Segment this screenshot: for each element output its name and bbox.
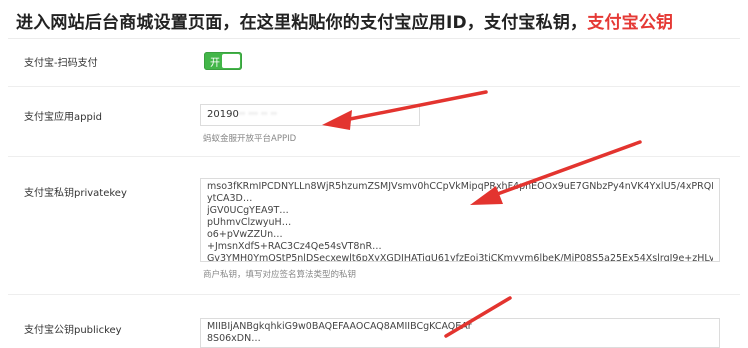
private-key-line: ytCA3D… bbox=[207, 193, 253, 204]
public-key-label: 支付宝公钥publickey bbox=[24, 325, 122, 336]
appid-input[interactable]: 20190·· ··· ·· ·· bbox=[200, 104, 420, 126]
appid-redacted: ·· ··· ·· ·· bbox=[238, 109, 277, 120]
divider bbox=[8, 156, 740, 157]
page-heading: 进入网站后台商城设置页面，在这里粘贴你的支付宝应用ID，支付宝私钥，支付宝公钥 bbox=[16, 8, 673, 33]
private-key-line: +JmsnXdfS+RAC3Cz4Qe54sVT8nR… bbox=[207, 241, 382, 252]
private-key-textarea[interactable]: mso3fKRmIPCDNYLLn8WjR5hzumZSMJVsmv0hCCpV… bbox=[200, 178, 720, 262]
divider bbox=[8, 294, 740, 295]
private-key-line: mso3fKRmIPCDNYLLn8WjR5hzumZSMJVsmv0hCCpV… bbox=[207, 181, 713, 192]
private-key-line: pUhmvClzwyuH… bbox=[207, 217, 292, 228]
private-key-line: o6+pVwZZUn… bbox=[207, 229, 283, 240]
appid-label: 支付宝应用appid bbox=[24, 112, 102, 123]
toggle-on-text: 开 bbox=[210, 58, 220, 69]
public-key-line: 8S06xDN… bbox=[207, 333, 261, 344]
public-key-textarea[interactable]: MIIBIjANBgkqhkiG9w0BAQEFAAOCAQ8AMIIBCgKC… bbox=[200, 318, 720, 348]
toggle-knob bbox=[222, 54, 240, 68]
page-heading-accent: 支付宝公钥 bbox=[587, 13, 674, 33]
public-key-line: MIIBIjANBgkqhkiG9w0BAQEFAAOCAQ8AMIIBCgKC… bbox=[207, 321, 472, 332]
alipay-scan-toggle[interactable]: 开 bbox=[204, 52, 242, 70]
private-key-label: 支付宝私钥privatekey bbox=[24, 188, 127, 199]
page-heading-text: 进入网站后台商城设置页面，在这里粘贴你的支付宝应用ID，支付宝私钥， bbox=[16, 13, 588, 33]
divider bbox=[8, 86, 740, 87]
appid-help: 蚂蚁金服开放平台APPID bbox=[203, 134, 297, 144]
appid-value: 20190 bbox=[207, 109, 239, 120]
private-key-help: 商户私钥，填写对应签名算法类型的私钥 bbox=[203, 270, 357, 280]
private-key-line: Gv3YMH0YmQStP5nlDSecxewlt6pXyXGDIHATiqU6… bbox=[207, 253, 713, 262]
private-key-line: jGV0UCgYEA9T… bbox=[207, 205, 289, 216]
alipay-scan-label: 支付宝-扫码支付 bbox=[24, 58, 98, 69]
